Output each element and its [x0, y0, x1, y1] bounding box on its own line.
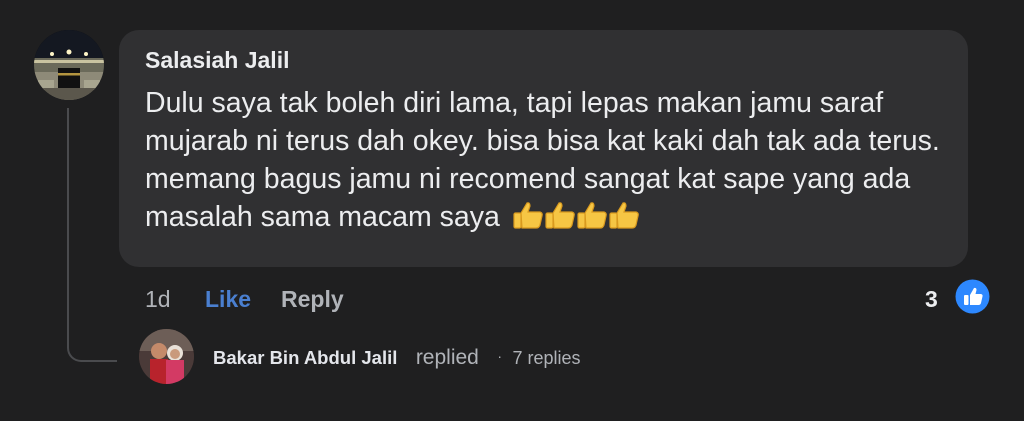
- reply-action-text: replied: [415, 346, 479, 369]
- thumbs-up-icon: [577, 202, 607, 229]
- like-button[interactable]: Like: [205, 284, 251, 314]
- thumbs-up-icon: [609, 202, 639, 229]
- separator-dot: ·: [497, 348, 502, 364]
- avatar-image: [34, 30, 104, 100]
- reply-preview[interactable]: Bakar Bin Abdul Jalil replied · 7 replie…: [213, 344, 580, 372]
- replier-avatar[interactable]: [139, 329, 194, 384]
- replies-count-link[interactable]: 7 replies: [512, 348, 580, 368]
- reaction-count[interactable]: 3: [925, 284, 938, 314]
- replier-name[interactable]: Bakar Bin Abdul Jalil: [213, 347, 397, 368]
- comment-body: Dulu saya tak boleh diri lama, tapi lepa…: [145, 84, 955, 239]
- reply-button[interactable]: Reply: [281, 284, 344, 314]
- thumbs-up-icon: [513, 202, 543, 229]
- thumbs-up-emoji-group: [512, 201, 640, 239]
- comment-timestamp[interactable]: 1d: [145, 284, 171, 314]
- replier-avatar-image: [139, 329, 194, 384]
- comment-author-name[interactable]: Salasiah Jalil: [145, 47, 289, 74]
- thumbs-up-icon: [545, 202, 575, 229]
- like-icon[interactable]: [955, 279, 990, 314]
- thread-connector-line: [67, 108, 117, 362]
- commenter-avatar[interactable]: [34, 30, 104, 100]
